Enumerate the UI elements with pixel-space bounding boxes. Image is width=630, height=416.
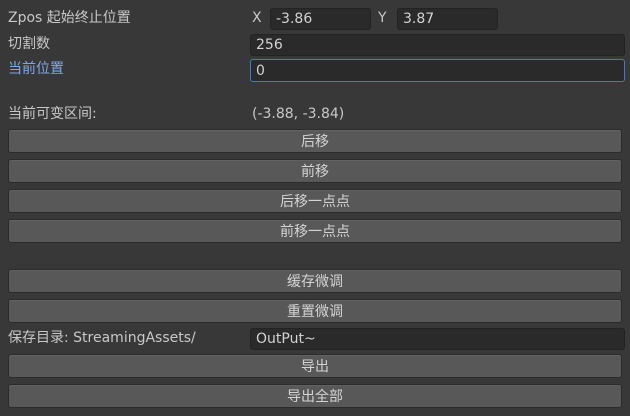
move-back-button[interactable]: 后移 bbox=[8, 129, 622, 153]
move-forward-bit-button[interactable]: 前移一点点 bbox=[8, 219, 622, 243]
reset-tweak-button[interactable]: 重置微调 bbox=[8, 299, 622, 323]
zpos-x-label: X bbox=[252, 10, 262, 26]
move-forward-button[interactable]: 前移 bbox=[8, 159, 622, 183]
save-dir-input[interactable] bbox=[250, 328, 625, 350]
move-back-bit-button[interactable]: 后移一点点 bbox=[8, 189, 622, 213]
zpos-y-input[interactable] bbox=[397, 8, 498, 30]
current-position-input[interactable] bbox=[250, 59, 625, 82]
zpos-x-input[interactable] bbox=[270, 8, 371, 30]
variable-range-value: (-3.88, -3.84) bbox=[252, 106, 345, 122]
save-dir-label: 保存目录: StreamingAssets/ bbox=[8, 330, 196, 346]
slice-count-input[interactable] bbox=[250, 34, 625, 56]
variable-range-label: 当前可变区间: bbox=[8, 106, 97, 122]
export-all-button[interactable]: 导出全部 bbox=[8, 384, 622, 408]
zpos-label: Zpos 起始终止位置 bbox=[8, 10, 131, 26]
export-button[interactable]: 导出 bbox=[8, 354, 622, 378]
cache-tweak-button[interactable]: 缓存微调 bbox=[8, 269, 622, 293]
zpos-y-label: Y bbox=[378, 10, 387, 26]
slice-count-label: 切割数 bbox=[8, 36, 50, 52]
current-position-label: 当前位置 bbox=[8, 61, 64, 77]
